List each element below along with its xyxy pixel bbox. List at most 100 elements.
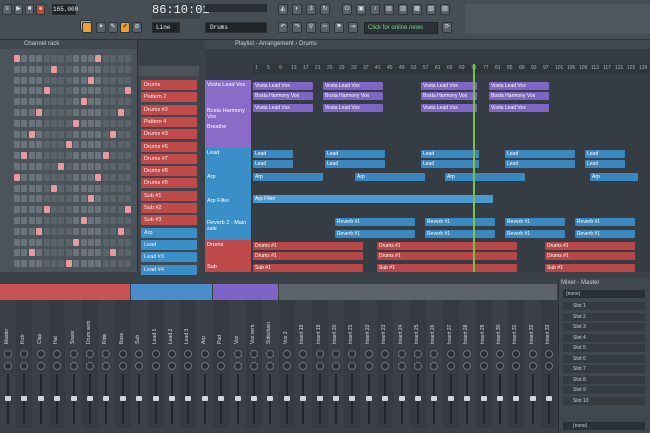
step-button[interactable]: [88, 141, 94, 149]
step-button[interactable]: [36, 65, 43, 73]
volume-fader[interactable]: [365, 396, 372, 401]
step-button[interactable]: [102, 76, 109, 84]
step-button[interactable]: [36, 163, 43, 170]
step-button[interactable]: [28, 119, 35, 127]
step-button[interactable]: [28, 76, 35, 84]
step-button[interactable]: [80, 227, 87, 235]
scissors-icon[interactable]: ✂: [320, 22, 330, 33]
mute-icon[interactable]: ⊘: [132, 22, 142, 33]
step-button[interactable]: [88, 163, 94, 170]
step-button[interactable]: [21, 227, 28, 235]
step-button[interactable]: [65, 119, 72, 127]
volume-fader[interactable]: [497, 396, 503, 401]
step-button[interactable]: [95, 249, 102, 257]
pan-knob[interactable]: [332, 350, 340, 358]
step-button[interactable]: [102, 87, 109, 95]
wand-icon[interactable]: ✦: [96, 22, 106, 33]
step-button[interactable]: [95, 55, 102, 62]
step-button[interactable]: [80, 217, 87, 224]
mixer-strip[interactable]: Insert 29: [475, 300, 492, 428]
playlist-clip[interactable]: Lead: [505, 160, 575, 168]
playlist-clip[interactable]: Reverb #1: [425, 230, 495, 238]
step-button[interactable]: [73, 206, 80, 214]
step-button[interactable]: [102, 173, 109, 181]
step-button[interactable]: [51, 130, 57, 138]
volume-fader[interactable]: [431, 396, 438, 401]
pattern-item[interactable]: Drums: [141, 80, 197, 90]
volume-fader[interactable]: [529, 396, 536, 401]
pan-knob[interactable]: [479, 350, 488, 358]
step-button[interactable]: [80, 55, 87, 62]
pencil-icon[interactable]: ✎: [108, 22, 118, 33]
step-button[interactable]: [80, 163, 87, 170]
step-button[interactable]: [14, 173, 20, 181]
step-button[interactable]: [28, 130, 35, 138]
mixer-strip[interactable]: Lead 3: [180, 300, 197, 428]
power-icon[interactable]: ⏻: [342, 4, 352, 15]
stereo-knob[interactable]: [135, 362, 144, 370]
volume-fader[interactable]: [234, 396, 241, 401]
pan-knob[interactable]: [200, 350, 209, 358]
step-button[interactable]: [58, 238, 65, 246]
play-icon[interactable]: ▶: [14, 4, 23, 15]
pattern-item[interactable]: Lead #4: [141, 264, 197, 275]
step-button[interactable]: [110, 87, 117, 95]
step-button[interactable]: [88, 130, 94, 138]
pattern-item[interactable]: Drums #6: [141, 141, 197, 152]
step-button[interactable]: [88, 260, 94, 268]
track-header[interactable]: Breathe: [205, 122, 251, 148]
playlist-clip[interactable]: Reverb #1: [505, 218, 565, 226]
channel-row[interactable]: [6, 130, 132, 139]
step-button[interactable]: [65, 141, 72, 149]
volume-fader[interactable]: [316, 396, 323, 401]
step-button[interactable]: [65, 238, 72, 246]
step-button[interactable]: [51, 238, 57, 246]
step-button[interactable]: [43, 195, 50, 203]
mixer-strip[interactable]: Insert 25: [410, 300, 426, 428]
playlist-clip[interactable]: Reverb #1: [505, 230, 565, 238]
step-button[interactable]: [73, 55, 80, 62]
step-button[interactable]: [28, 98, 35, 106]
step-button[interactable]: [125, 130, 131, 138]
track-header[interactable]: Sub: [205, 262, 251, 272]
playlist-clip[interactable]: Drums #1: [545, 242, 635, 250]
step-button[interactable]: [58, 109, 65, 116]
step-button[interactable]: [51, 260, 57, 268]
playlist-clip[interactable]: Lead: [253, 160, 293, 168]
step-button[interactable]: [125, 141, 131, 149]
pan-knob[interactable]: [414, 350, 422, 358]
step-button[interactable]: [88, 98, 94, 106]
playlist-clip[interactable]: Vosta Lead Vox: [323, 82, 383, 90]
metronome-icon[interactable]: ◭: [278, 4, 288, 15]
step-button[interactable]: [51, 98, 57, 106]
step-button[interactable]: [102, 238, 109, 246]
step-button[interactable]: [80, 98, 87, 106]
step-button[interactable]: [36, 141, 43, 149]
pattern-item[interactable]: Drums #3: [141, 129, 197, 140]
playlist-clip[interactable]: Lead: [585, 150, 625, 158]
step-button[interactable]: [36, 260, 43, 268]
pattern-item[interactable]: Sub #3: [141, 215, 197, 226]
step-button[interactable]: [65, 109, 72, 116]
mixer-strip[interactable]: Pad: [213, 300, 230, 428]
channel-row[interactable]: [6, 194, 132, 203]
step-button[interactable]: [80, 152, 87, 160]
brush-icon[interactable]: ✐: [120, 22, 130, 33]
step-button[interactable]: [80, 184, 87, 192]
step-button[interactable]: [117, 184, 124, 192]
volume-fader[interactable]: [54, 396, 61, 401]
pan-knob[interactable]: [20, 350, 29, 358]
step-button[interactable]: [95, 65, 102, 73]
step-button[interactable]: [95, 227, 102, 235]
step-button[interactable]: [125, 109, 131, 116]
step-button[interactable]: [88, 227, 94, 235]
volume-fader[interactable]: [513, 396, 520, 401]
step-button[interactable]: [36, 217, 43, 224]
step-button[interactable]: [125, 227, 131, 235]
pan-knob[interactable]: [4, 350, 12, 358]
step-button[interactable]: [80, 130, 87, 138]
undo-icon[interactable]: ↶: [278, 22, 288, 33]
mixer-strip[interactable]: Insert 24: [393, 300, 410, 428]
step-button[interactable]: [65, 76, 72, 84]
step-button[interactable]: [21, 173, 28, 181]
